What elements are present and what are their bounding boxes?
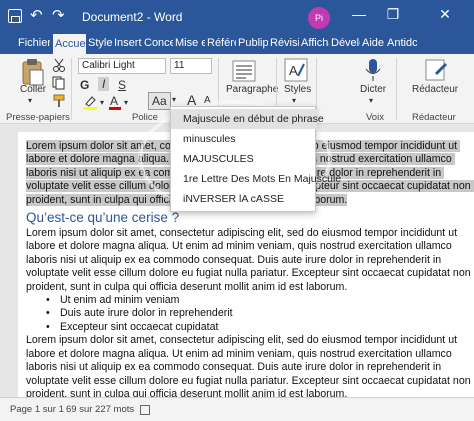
- word-count[interactable]: 69 sur 227 mots: [66, 404, 134, 415]
- status-bar: Page 1 sur 1 69 sur 227 mots: [0, 397, 474, 421]
- tab-references[interactable]: Référe: [205, 34, 236, 54]
- tab-affichage[interactable]: Afficha: [299, 34, 329, 54]
- shrink-font-button[interactable]: A: [204, 95, 211, 106]
- editor-group-label: Rédacteur: [412, 112, 456, 123]
- title-bar: ↶ ↷ Document2 - Word Pi — ❐ ✕: [0, 0, 474, 34]
- change-case-menu: Majuscule en début de phrase minuscules …: [170, 106, 341, 212]
- maximize-button[interactable]: ❐: [384, 6, 402, 23]
- menu-item-uppercase[interactable]: MAJUSCULES: [171, 149, 317, 169]
- styles-dropdown-icon[interactable]: ▾: [292, 96, 296, 105]
- close-button[interactable]: ✕: [436, 6, 454, 23]
- editor-button[interactable]: Rédacteur: [412, 84, 458, 95]
- proofing-icon[interactable]: [140, 405, 150, 415]
- italic-button[interactable]: I: [98, 77, 110, 91]
- bullet-list: Ut enim ad minim veniam Duis aute irure …: [26, 294, 474, 335]
- tab-revision[interactable]: Révisic: [268, 34, 299, 54]
- redo-icon[interactable]: ↷: [52, 6, 65, 24]
- clipboard-group-label: Presse-papiers: [6, 112, 70, 123]
- tab-mise-en-page[interactable]: Mise e: [173, 34, 205, 54]
- divider: [71, 58, 72, 120]
- window-title: Document2 - Word: [82, 10, 183, 24]
- menu-item-lowercase[interactable]: minuscules: [171, 129, 317, 149]
- save-icon[interactable]: [8, 9, 22, 23]
- tab-fichier[interactable]: Fichier: [16, 34, 50, 54]
- voice-group-label: Voix: [366, 112, 384, 123]
- cut-icon[interactable]: [52, 58, 66, 72]
- underline-button[interactable]: S: [118, 78, 126, 92]
- paste-label[interactable]: Coller: [20, 84, 46, 95]
- copy-icon[interactable]: [52, 76, 66, 90]
- change-case-dropdown-icon[interactable]: ▾: [172, 95, 176, 104]
- tab-developpeur[interactable]: Dévelc: [329, 34, 360, 54]
- menu-item-toggle-case[interactable]: iNVERSER lA cASSE: [171, 189, 317, 209]
- tab-aide[interactable]: Aide: [360, 34, 384, 54]
- undo-icon[interactable]: ↶: [30, 6, 43, 24]
- svg-text:A: A: [110, 94, 118, 108]
- font-name-select[interactable]: Calibri Light: [78, 58, 166, 74]
- font-size-select[interactable]: 11: [170, 58, 212, 74]
- paragraph-icon[interactable]: [232, 60, 256, 82]
- dictate-dropdown-icon[interactable]: ▾: [369, 96, 373, 105]
- paste-dropdown-icon[interactable]: ▾: [28, 96, 32, 105]
- tab-antidote[interactable]: Antidc: [385, 34, 417, 54]
- page-count[interactable]: Page 1 sur 1: [10, 404, 64, 415]
- font-color-dropdown-icon[interactable]: ▾: [124, 98, 128, 107]
- dictate-button[interactable]: Dicter: [360, 84, 386, 95]
- bold-button[interactable]: G: [80, 78, 89, 92]
- microphone-icon[interactable]: [364, 58, 382, 82]
- tab-accueil[interactable]: Accue: [53, 34, 86, 54]
- font-group-label: Police: [132, 112, 158, 123]
- list-item[interactable]: Excepteur sint occaecat cupidatat: [26, 321, 474, 335]
- menu-item-sentence-case[interactable]: Majuscule en début de phrase: [171, 109, 324, 129]
- styles-button[interactable]: Styles: [284, 84, 311, 95]
- format-painter-icon[interactable]: [52, 94, 66, 108]
- styles-icon[interactable]: A: [284, 58, 308, 82]
- change-case-button[interactable]: Aa: [148, 92, 171, 110]
- ribbon-tabs: Fichier Accue Style Inserti Conce Mise e…: [0, 34, 474, 54]
- tab-conception[interactable]: Conce: [142, 34, 173, 54]
- highlight-icon[interactable]: [82, 94, 98, 110]
- highlight-dropdown-icon[interactable]: ▾: [100, 98, 104, 107]
- editor-icon[interactable]: [424, 58, 448, 82]
- paragraph-button[interactable]: Paragraphe: [226, 84, 278, 95]
- svg-text:A: A: [289, 63, 298, 78]
- list-item[interactable]: Ut enim ad minim veniam: [26, 294, 474, 308]
- menu-item-capitalize-each-word[interactable]: 1re Lettre Des Mots En Majuscule: [171, 169, 341, 189]
- tab-insertion[interactable]: Inserti: [112, 34, 142, 54]
- minimize-button[interactable]: —: [350, 6, 368, 22]
- font-color-icon[interactable]: A: [108, 94, 122, 110]
- divider: [396, 58, 397, 120]
- tab-style[interactable]: Style: [86, 34, 112, 54]
- paragraph[interactable]: Lorem ipsum dolor sit amet, consectetur …: [26, 227, 474, 294]
- avatar[interactable]: Pi: [308, 7, 330, 29]
- tab-publipostage[interactable]: Publip: [236, 34, 268, 54]
- paragraph[interactable]: Lorem ipsum dolor sit amet, consectetur …: [26, 334, 474, 397]
- list-item[interactable]: Duis aute irure dolor in reprehenderit: [26, 307, 474, 321]
